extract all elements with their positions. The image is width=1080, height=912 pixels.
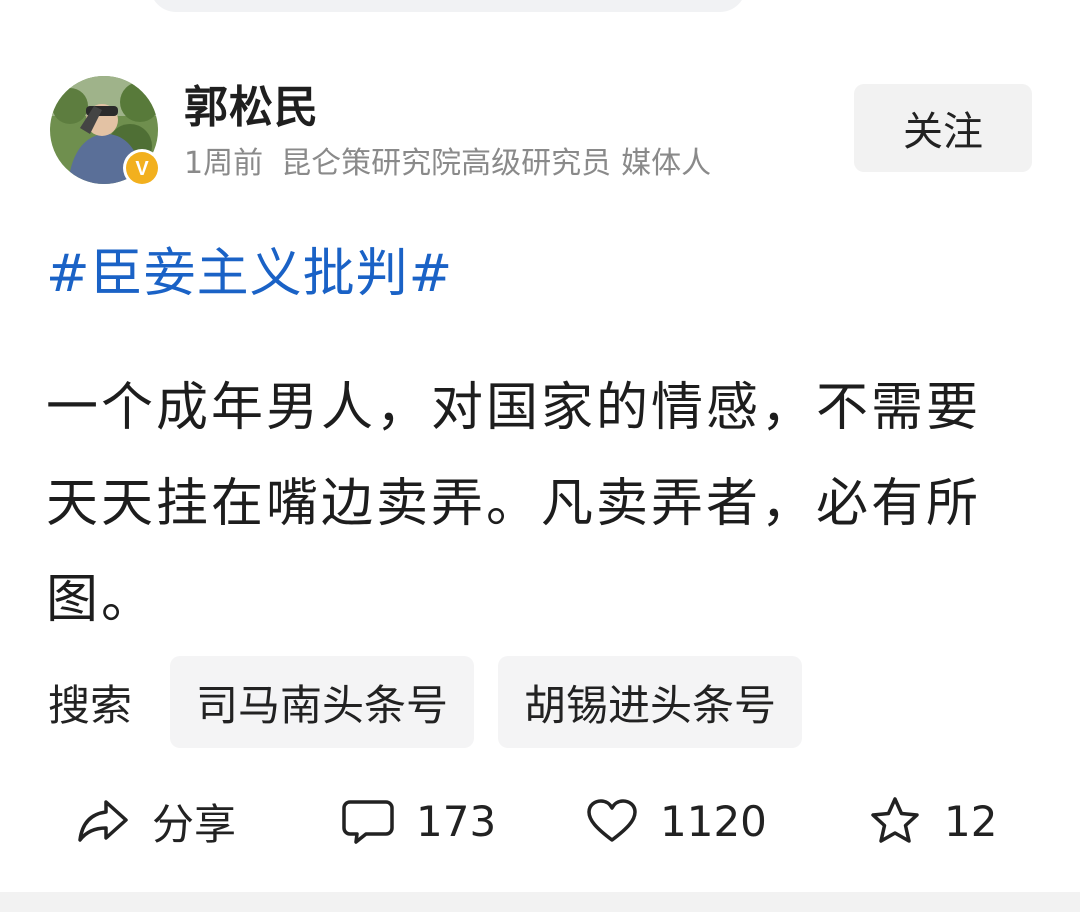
top-search-bar[interactable] xyxy=(150,0,746,12)
favorite-count: 12 xyxy=(944,796,998,846)
section-divider xyxy=(0,892,1080,912)
share-label: 分享 xyxy=(152,799,237,849)
comment-count: 173 xyxy=(416,796,497,846)
author-meta: 1周前 昆仑策研究院高级研究员 媒体人 xyxy=(184,144,729,184)
star-icon xyxy=(871,797,919,843)
comment-button[interactable]: 173 xyxy=(342,786,496,856)
search-chip-2[interactable]: 胡锡进头条号 xyxy=(498,656,803,748)
search-chip-1[interactable]: 司马南头条号 xyxy=(170,656,475,748)
like-button[interactable]: 1120 xyxy=(586,786,767,856)
search-label: 搜索 xyxy=(48,680,133,730)
related-search-row: 搜索 司马南头条号 胡锡进头条号 xyxy=(48,656,826,748)
author-name[interactable]: 郭松民 xyxy=(184,80,319,136)
avatar[interactable]: V xyxy=(50,76,161,187)
comment-bubble-icon xyxy=(342,800,394,844)
share-arrow-icon xyxy=(78,800,128,842)
author-role: 媒体人 xyxy=(621,146,712,181)
verified-badge-icon: V xyxy=(123,149,161,187)
favorite-button[interactable]: 12 xyxy=(868,786,997,856)
share-button[interactable]: 分享 xyxy=(76,786,236,856)
author-title: 昆仑策研究院高级研究员 xyxy=(281,146,612,181)
post-time: 1周前 xyxy=(184,146,264,181)
post-header: V 郭松民 1周前 昆仑策研究院高级研究员 媒体人 关注 xyxy=(48,72,1032,188)
action-bar: 分享 173 1120 12 xyxy=(0,786,1080,856)
follow-button[interactable]: 关注 xyxy=(854,84,1032,172)
post-body-text: 一个成年男人，对国家的情感，不需要天天挂在嘴边卖弄。凡卖弄者，必有所图。 xyxy=(46,378,982,630)
heart-icon xyxy=(587,799,637,842)
hashtag-link[interactable]: #臣妾主义批判# xyxy=(46,238,453,310)
svg-text:V: V xyxy=(135,158,149,180)
like-count: 1120 xyxy=(660,796,767,846)
